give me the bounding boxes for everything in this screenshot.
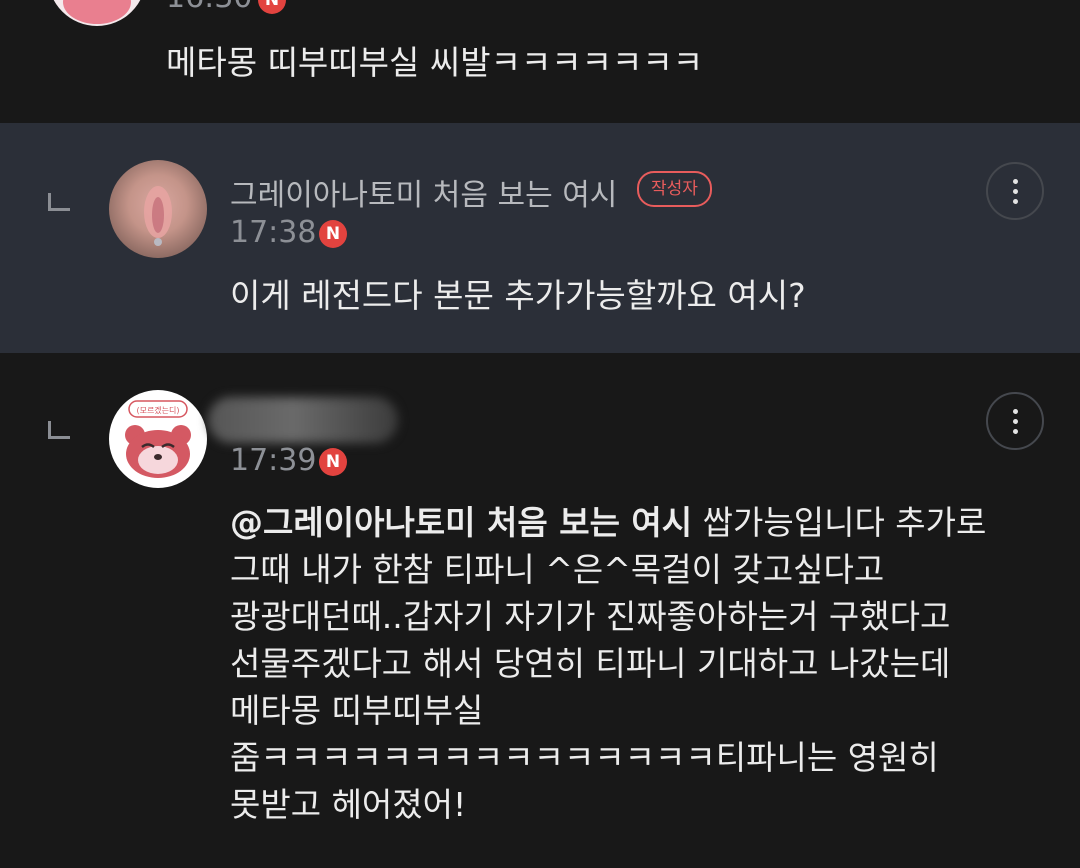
reply-arrow-icon — [48, 193, 70, 211]
comment-item: 그레이아나토미 처음 보는 여시 작성자 17:38 N 이게 레전드다 본문 … — [0, 123, 1080, 353]
comment-text: 메타몽 띠부띠부실 씨발ㅋㅋㅋㅋㅋㅋㅋ — [166, 43, 704, 82]
username[interactable]: 그레이아나토미 처음 보는 여시 — [230, 170, 617, 214]
comment-text: 이게 레전드다 본문 추가가능할까요 여시? — [230, 276, 806, 315]
author-badge: 작성자 — [637, 171, 712, 207]
more-options-dot — [1013, 189, 1018, 194]
comment-line: 광광대던때..갑자기 자기가 진짜좋아하는거 구했다고 — [230, 597, 951, 636]
comment-line: 선물주겠다고 해서 당연히 티파니 기대하고 나갔는데 — [230, 644, 951, 683]
more-options-dot — [1013, 199, 1018, 204]
avatar-label: (모르겠는디) — [136, 405, 179, 415]
mention-link[interactable]: @그레이아나토미 처음 보는 여시 — [230, 503, 692, 542]
comment-text: @그레이아나토미 처음 보는 여시 쌉가능입니다 추가로 그때 내가 한참 티파… — [230, 499, 986, 828]
comment-line: 못받고 헤어졌어! — [230, 785, 467, 824]
comment-timestamp: 16:30 — [166, 0, 252, 15]
more-options-dot — [1013, 419, 1018, 424]
more-options-icon — [1013, 179, 1018, 184]
new-badge: N — [258, 0, 286, 14]
comment-line: @그레이아나토미 처음 보는 여시 쌉가능입니다 추가로 — [230, 499, 986, 546]
comment-line-text: 쌉가능입니다 추가로 — [692, 503, 987, 542]
avatar[interactable] — [48, 0, 146, 26]
comment-line: 그때 내가 한참 티파니 ^은^목걸이 갖고싶다고 — [230, 550, 885, 589]
avatar[interactable]: (모르겠는디) — [109, 390, 207, 488]
more-options-button[interactable] — [986, 392, 1044, 450]
comment-item: 16:30 N 메타몽 띠부띠부실 씨발ㅋㅋㅋㅋㅋㅋㅋ — [0, 0, 1080, 123]
more-options-button[interactable] — [986, 162, 1044, 220]
comment-timestamp: 17:39 — [230, 443, 317, 478]
username-blurred[interactable] — [208, 397, 398, 443]
more-options-dot — [1013, 429, 1018, 434]
comment-item: (모르겠는디) 17:39 N @그레이아나토미 처음 보는 여시 쌉가능입니다… — [0, 353, 1080, 868]
comment-timestamp: 17:38 — [230, 215, 317, 250]
more-options-icon — [1013, 409, 1018, 414]
new-badge: N — [319, 448, 347, 476]
avatar[interactable] — [109, 160, 207, 258]
comment-line: 줌ㅋㅋㅋㅋㅋㅋㅋㅋㅋㅋㅋㅋㅋㅋㅋ티파니는 영원히 — [230, 738, 939, 777]
reply-arrow-icon — [48, 421, 70, 439]
new-badge: N — [319, 220, 347, 248]
comment-line: 메타몽 띠부띠부실 — [230, 691, 484, 730]
